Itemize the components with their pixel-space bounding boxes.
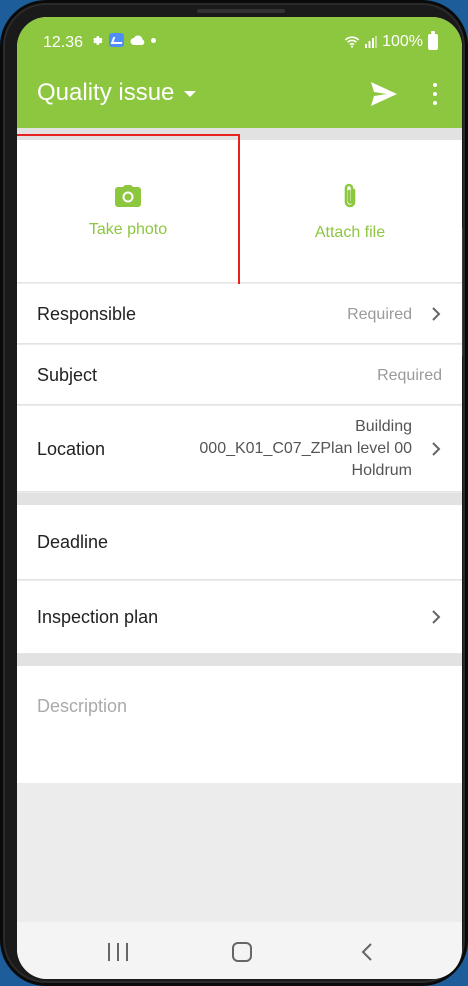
inspection-plan-label: Inspection plan bbox=[37, 607, 159, 627]
chevron-right-icon bbox=[432, 442, 441, 456]
home-icon[interactable] bbox=[232, 942, 252, 962]
chevron-right-icon bbox=[432, 610, 441, 624]
notification-dot-icon bbox=[151, 37, 156, 43]
speaker-notch bbox=[197, 9, 285, 13]
battery-percent: 100% bbox=[382, 33, 423, 50]
subject-row[interactable]: Subject Required bbox=[17, 345, 462, 405]
status-bar: 12.36 100% bbox=[17, 17, 462, 57]
status-time: 12.36 bbox=[43, 34, 84, 51]
attach-file-button[interactable]: Attach file bbox=[239, 140, 461, 283]
section-divider bbox=[17, 654, 462, 666]
attach-file-label: Attach file bbox=[314, 223, 386, 241]
signal-icon bbox=[365, 36, 378, 48]
phone-frame: 12.36 100% Quality issue Take photo Atta… bbox=[0, 0, 468, 986]
location-value: Building 000_K01_C07_ZPlan level 00 Hold… bbox=[199, 416, 412, 482]
location-building: Building bbox=[355, 418, 412, 435]
section-divider bbox=[17, 493, 462, 505]
take-photo-label: Take photo bbox=[88, 220, 168, 238]
media-section: Take photo Attach file bbox=[17, 134, 462, 288]
responsible-value: Required bbox=[347, 306, 412, 323]
back-icon[interactable] bbox=[360, 942, 374, 962]
status-left-icons bbox=[90, 33, 156, 47]
description-field[interactable]: Description bbox=[17, 666, 462, 783]
recents-icon[interactable] bbox=[108, 943, 128, 961]
responsible-label: Responsible bbox=[37, 304, 137, 324]
location-label: Location bbox=[37, 439, 106, 459]
location-site: Holdrum bbox=[351, 462, 412, 479]
battery-icon bbox=[428, 31, 438, 50]
page-title: Quality issue bbox=[37, 79, 175, 106]
more-vert-icon[interactable] bbox=[427, 81, 443, 107]
paperclip-icon bbox=[344, 183, 356, 207]
cloud-icon bbox=[130, 35, 145, 45]
phone-bezel: 12.36 100% Quality issue Take photo Atta… bbox=[3, 3, 465, 983]
chevron-right-icon bbox=[432, 307, 441, 321]
settings-icon bbox=[93, 35, 103, 45]
caret-down-icon bbox=[184, 91, 197, 97]
inspection-plan-row[interactable]: Inspection plan bbox=[17, 581, 462, 654]
location-plan: 000_K01_C07_ZPlan level 00 bbox=[199, 440, 412, 457]
status-right-icons: 100% bbox=[344, 31, 438, 51]
deadline-row[interactable]: Deadline bbox=[17, 505, 462, 580]
deadline-label: Deadline bbox=[37, 532, 109, 552]
app-bar: 12.36 100% Quality issue bbox=[17, 17, 462, 128]
subject-value: Required bbox=[377, 367, 442, 384]
responsible-row[interactable]: Responsible Required bbox=[17, 284, 462, 344]
send-icon[interactable] bbox=[369, 81, 399, 107]
description-placeholder: Description bbox=[37, 696, 128, 716]
page-title-dropdown[interactable]: Quality issue bbox=[37, 79, 197, 107]
camera-icon bbox=[115, 184, 141, 207]
take-photo-button[interactable]: Take photo bbox=[17, 140, 239, 283]
screen: 12.36 100% Quality issue Take photo Atta… bbox=[17, 17, 462, 979]
section-divider bbox=[17, 128, 462, 140]
subject-label: Subject bbox=[37, 365, 98, 385]
location-row[interactable]: Location Building 000_K01_C07_ZPlan leve… bbox=[17, 406, 462, 492]
system-nav-bar bbox=[17, 922, 462, 979]
gallery-icon bbox=[109, 33, 124, 47]
wifi-icon bbox=[344, 36, 360, 48]
